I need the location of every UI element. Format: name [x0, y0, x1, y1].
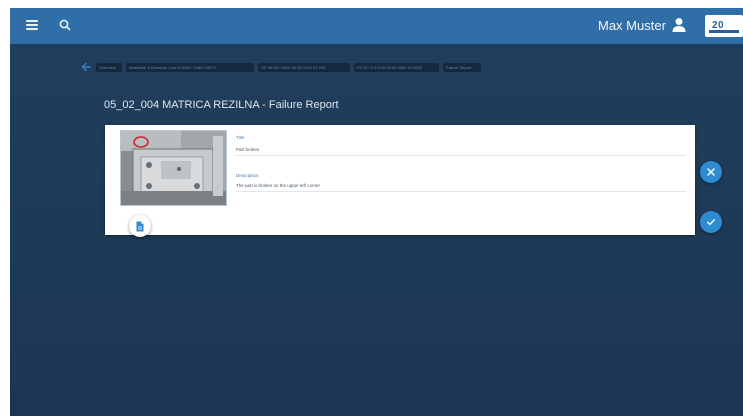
user-name[interactable]: Max Muster: [598, 18, 666, 33]
breadcrumb-item-list[interactable]: Bearbeite & Rezeptur Liste 0.0025 / 0150…: [126, 62, 254, 72]
failure-photo[interactable]: [120, 130, 227, 206]
file-icon: [136, 221, 144, 231]
description-field[interactable]: The part is broken on the upper left cor…: [236, 183, 320, 188]
description-label: Description: [236, 173, 259, 178]
menu-icon[interactable]: [26, 20, 38, 30]
top-app-bar: Max Muster 2 0: [10, 8, 743, 44]
breadcrumb-item-overview[interactable]: Overview: [96, 62, 122, 72]
check-icon: [707, 219, 715, 226]
user-icon[interactable]: [672, 17, 686, 33]
failure-photo-image: [121, 131, 226, 205]
svg-text:0: 0: [718, 20, 724, 31]
breadcrumb-item-operation[interactable]: OP 06-05 / 0000 0E 55 0120 01 200: [258, 62, 350, 72]
description-field-underline: [236, 191, 686, 192]
page-title: 05_02_004 MATRICA REZILNA - Failure Repo…: [104, 99, 339, 111]
breadcrumb-item-current: Failure Report: [443, 62, 481, 72]
confirm-button[interactable]: [700, 211, 722, 233]
company-logo: 2 0: [705, 15, 743, 37]
title-field-underline: [236, 155, 686, 156]
app-screen: Max Muster 2 0 Overview Bearbeite & Reze…: [10, 8, 743, 416]
search-icon[interactable]: [58, 18, 72, 32]
back-arrow-icon[interactable]: [80, 61, 92, 73]
failure-report-card: Title Part broken Description The part i…: [105, 125, 695, 237]
title-field[interactable]: Part broken: [236, 147, 259, 152]
logo-graphic: 2 0: [709, 20, 739, 33]
close-icon: [707, 168, 715, 176]
title-label: Title: [236, 135, 245, 140]
attach-file-button[interactable]: [129, 215, 151, 237]
cancel-button[interactable]: [700, 161, 722, 183]
breadcrumb-item-part[interactable]: P5 12 / 0 0 0 08 05 50 0002 20 0000: [354, 62, 439, 72]
breadcrumb: Overview Bearbeite & Rezeptur Liste 0.00…: [80, 61, 481, 73]
